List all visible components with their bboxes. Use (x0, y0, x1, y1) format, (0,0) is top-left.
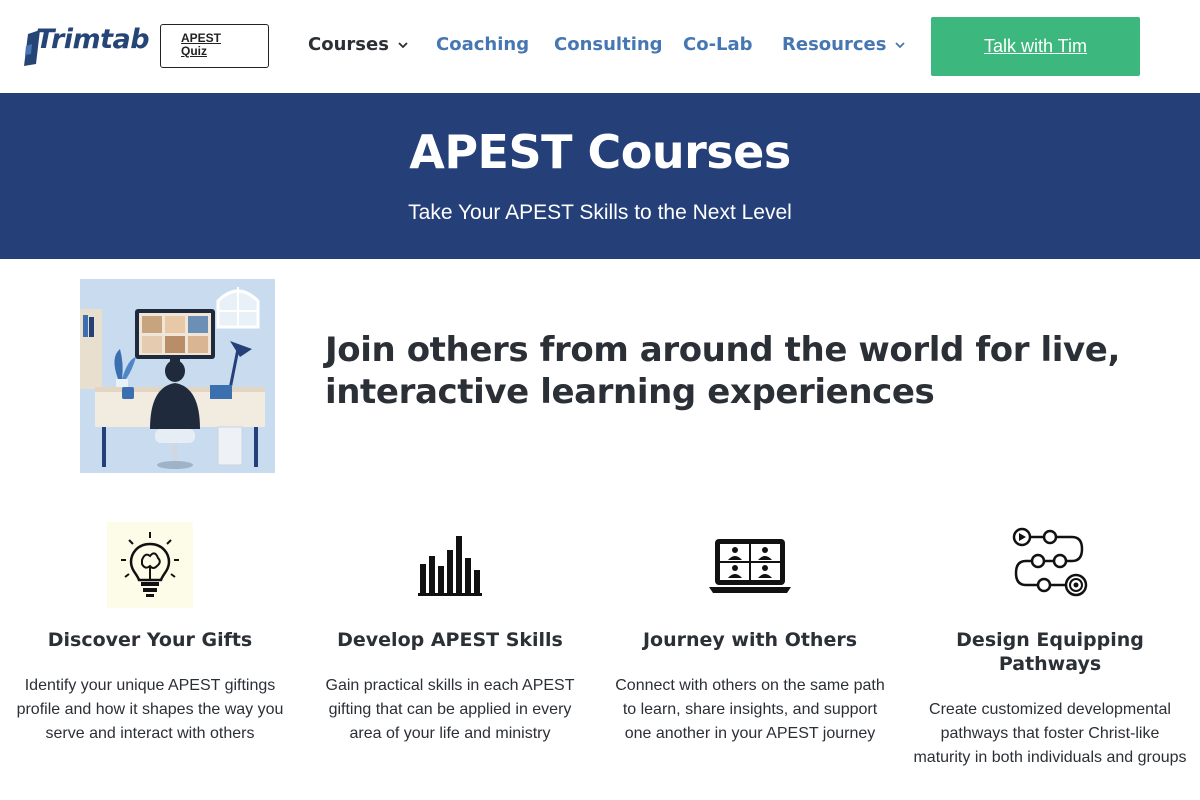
nav-label-courses: Courses (308, 34, 389, 55)
chevron-down-icon (895, 41, 906, 48)
card-title: Design Equipping Pathways (956, 629, 1144, 675)
nav-item-colab[interactable]: Co-Lab (683, 34, 753, 55)
chevron-down-icon (398, 41, 408, 48)
nav-label-consulting: Consulting (554, 34, 663, 55)
intro-heading: Join others from around the world for li… (325, 330, 1120, 412)
logo-text: Trimtab (36, 24, 150, 55)
feature-card-journey-others: Journey with Others Connect with others … (600, 520, 900, 746)
card-text: Identify your unique APEST giftings prof… (16, 677, 284, 742)
nav-item-courses[interactable]: Courses (308, 34, 409, 55)
pathway-target-icon (1012, 527, 1088, 597)
feature-card-design-pathways: Design Equipping Pathways Create customi… (900, 520, 1200, 770)
feature-card-develop-skills: Develop APEST Skills Gain practical skil… (300, 520, 600, 746)
feature-card-discover-gifts: Discover Your Gifts Identify your unique… (0, 520, 300, 746)
nav-label-colab: Co-Lab (683, 34, 753, 55)
nav-item-consulting[interactable]: Consulting (554, 34, 663, 55)
cta-label: Talk with Tim (983, 36, 1088, 56)
hero-banner: APEST Courses Take Your APEST Skills to … (0, 93, 1200, 259)
online-meeting-illustration (80, 279, 275, 473)
card-title: Develop APEST Skills (337, 629, 563, 651)
trimtab-logo[interactable]: Trimtab (22, 24, 150, 68)
nav-label-coaching: Coaching (436, 34, 530, 55)
page-title: APEST Courses (409, 125, 791, 179)
card-title: Journey with Others (642, 629, 858, 651)
page-subtitle: Take Your APEST Skills to the Next Level (408, 201, 792, 224)
bar-chart-icon (418, 536, 482, 596)
apest-quiz-button[interactable]: APEST Quiz (160, 24, 269, 68)
quiz-button-line2: Quiz (181, 44, 207, 58)
nav-item-resources[interactable]: Resources (782, 34, 906, 55)
video-conference-laptop-icon (709, 539, 791, 593)
nav-item-coaching[interactable]: Coaching (436, 34, 529, 55)
card-text: Gain practical skills in each APEST gift… (325, 677, 575, 742)
card-title: Discover Your Gifts (47, 629, 253, 651)
lightbulb-brain-icon (107, 522, 193, 608)
nav-label-resources: Resources (782, 34, 887, 55)
site-header: Trimtab APEST Quiz Courses Coaching Cons… (0, 0, 1200, 93)
card-text: Create customized developmental pathways… (913, 701, 1187, 766)
card-text: Connect with others on the same path to … (615, 677, 885, 742)
talk-with-tim-button[interactable]: Talk with Tim (931, 17, 1140, 76)
